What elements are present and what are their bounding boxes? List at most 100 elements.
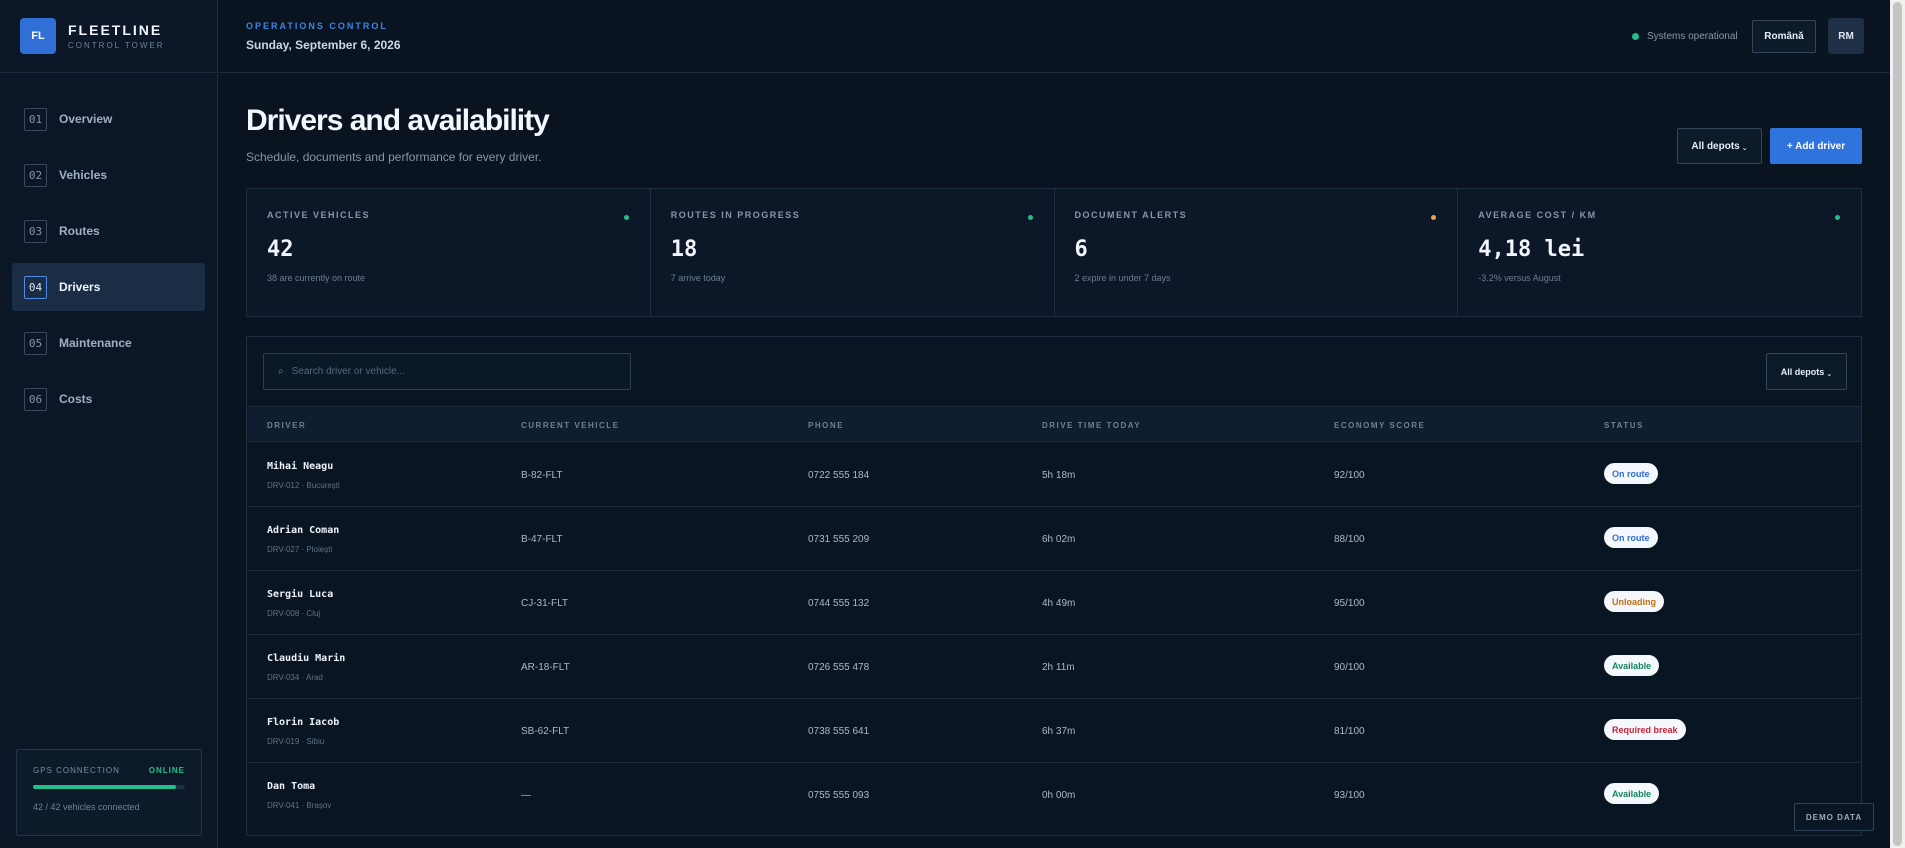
- scrollbar-thumb[interactable]: [1893, 2, 1902, 846]
- table-depot-filter[interactable]: All depots ⌄: [1766, 353, 1847, 390]
- kpi-value: 18: [670, 237, 698, 262]
- chevron-down-icon: ⌄: [1826, 370, 1833, 378]
- table-row[interactable]: Dan Toma DRV-041 · Brașov — 0755 555 093…: [247, 763, 1861, 827]
- column-header-vehicle[interactable]: CURRENT VEHICLE: [521, 421, 620, 430]
- sidebar-item-drivers[interactable]: 04 Drivers: [12, 263, 205, 311]
- kpi-value: 4,18 lei: [1478, 237, 1585, 262]
- driver-name: Adrian Coman: [267, 525, 340, 536]
- table-row[interactable]: Adrian Coman DRV-027 · Ploiești B-47-FLT…: [247, 507, 1861, 571]
- kpi-note: -3.2% versus August: [1478, 273, 1561, 283]
- driver-meta: DRV-027 · Ploiești: [267, 545, 333, 554]
- kpi-label: DOCUMENT ALERTS: [1074, 210, 1188, 220]
- driver-meta: DRV-008 · Cluj: [267, 609, 321, 618]
- user-avatar[interactable]: RM: [1828, 18, 1864, 54]
- page-title: Drivers and availability: [246, 104, 550, 137]
- column-header-economy-score[interactable]: ECONOMY SCORE: [1334, 421, 1425, 430]
- status-badge: Available: [1604, 655, 1660, 676]
- gps-header: GPS CONNECTION ONLINE: [33, 766, 185, 775]
- economy-score-cell: 93/100: [1334, 790, 1365, 801]
- top-header: OPERATIONS CONTROL Sunday, September 6, …: [219, 0, 1890, 73]
- search-field[interactable]: ⌕: [263, 353, 631, 390]
- column-header-drive-time[interactable]: DRIVE TIME TODAY: [1042, 421, 1141, 430]
- language-button[interactable]: Română: [1752, 20, 1816, 53]
- kpi-routes-in-progress: ROUTES IN PROGRESS 18 7 arrive today: [651, 189, 1055, 316]
- nav-number: 01: [24, 107, 47, 131]
- system-status-text: Systems operational: [1647, 31, 1738, 42]
- kpi-strip: ACTIVE VEHICLES 42 38 are currently on r…: [246, 188, 1862, 317]
- page-scrollbar[interactable]: [1890, 0, 1905, 848]
- kpi-label: AVERAGE COST / KM: [1478, 210, 1597, 220]
- phone-cell: 0755 555 093: [808, 790, 870, 801]
- phone-cell: 0744 555 132: [808, 598, 870, 609]
- phone-cell: 0726 555 478: [808, 662, 870, 673]
- kpi-status-dot-icon: [623, 215, 629, 220]
- status-dot-icon: [1632, 33, 1639, 40]
- economy-score-cell: 92/100: [1334, 470, 1365, 481]
- nav-number: 05: [24, 331, 47, 355]
- sidebar-item-label: Maintenance: [59, 336, 132, 350]
- gps-connection-card: GPS CONNECTION ONLINE 42 / 42 vehicles c…: [16, 749, 202, 836]
- vehicle-cell: B-82-FLT: [521, 470, 563, 481]
- nav-number: 06: [24, 387, 47, 411]
- column-header-driver[interactable]: DRIVER: [267, 421, 306, 430]
- economy-score-cell: 81/100: [1334, 726, 1365, 737]
- sidebar-item-label: Costs: [59, 392, 93, 406]
- drive-time-cell: 5h 18m: [1042, 470, 1076, 481]
- drive-time-cell: 2h 11m: [1042, 662, 1075, 673]
- sidebar-item-maintenance[interactable]: 05 Maintenance: [12, 319, 205, 367]
- chevron-down-icon: ⌄: [1741, 145, 1748, 152]
- economy-score-cell: 95/100: [1334, 598, 1365, 609]
- status-badge: Unloading: [1604, 591, 1664, 612]
- table-row[interactable]: Claudiu Marin DRV-034 · Arad AR-18-FLT 0…: [247, 635, 1861, 699]
- kpi-note: 38 are currently on route: [267, 273, 366, 283]
- search-input[interactable]: [291, 366, 612, 377]
- search-icon: ⌕: [278, 366, 284, 377]
- phone-cell: 0731 555 209: [808, 534, 870, 545]
- nav-number: 03: [24, 219, 47, 243]
- table-row[interactable]: Sergiu Luca DRV-008 · Cluj CJ-31-FLT 074…: [247, 571, 1861, 635]
- sidebar-item-label: Vehicles: [59, 168, 108, 182]
- system-status: Systems operational: [1632, 31, 1738, 42]
- driver-name: Mihai Neagu: [267, 461, 334, 472]
- depot-filter-button[interactable]: All depots ⌄: [1677, 128, 1762, 164]
- economy-score-cell: 90/100: [1334, 662, 1365, 673]
- gps-progress-fill: [33, 785, 176, 789]
- economy-score-cell: 88/100: [1334, 534, 1365, 545]
- status-badge: On route: [1604, 463, 1658, 484]
- nav-number: 02: [24, 163, 47, 187]
- sidebar-item-label: Overview: [59, 112, 113, 126]
- driver-meta: DRV-019 · Sibiu: [267, 737, 325, 746]
- vehicle-cell: —: [521, 790, 531, 801]
- table-row[interactable]: Florin Iacob DRV-019 · Sibiu SB-62-FLT 0…: [247, 699, 1861, 763]
- column-header-phone[interactable]: PHONE: [808, 421, 844, 430]
- sidebar-item-costs[interactable]: 06 Costs: [12, 375, 205, 423]
- table-row[interactable]: Mihai Neagu DRV-012 · București B-82-FLT…: [247, 443, 1861, 507]
- demo-data-badge[interactable]: DEMO DATA: [1794, 803, 1874, 831]
- drive-time-cell: 6h 02m: [1042, 534, 1076, 545]
- drive-time-cell: 0h 00m: [1042, 790, 1076, 801]
- brand-text: FLEETLINE CONTROL TOWER: [68, 22, 165, 50]
- sidebar-item-overview[interactable]: 01 Overview: [12, 95, 205, 143]
- column-header-status[interactable]: STATUS: [1604, 421, 1644, 430]
- add-driver-button[interactable]: + Add driver: [1770, 128, 1862, 164]
- driver-name: Sergiu Luca: [267, 589, 334, 600]
- sidebar-item-vehicles[interactable]: 02 Vehicles: [12, 151, 205, 199]
- brand[interactable]: FL FLEETLINE CONTROL TOWER: [0, 0, 217, 73]
- page-subtitle: Schedule, documents and performance for …: [246, 150, 542, 164]
- brand-name: FLEETLINE: [68, 22, 163, 38]
- kpi-active-vehicles: ACTIVE VEHICLES 42 38 are currently on r…: [247, 189, 651, 316]
- current-date: Sunday, September 6, 2026: [246, 38, 401, 52]
- driver-name: Claudiu Marin: [267, 653, 346, 664]
- sidebar-nav: 01 Overview 02 Vehicles 03 Routes 04 Dri…: [0, 73, 217, 423]
- gps-progress-track: [33, 785, 185, 789]
- vehicle-cell: SB-62-FLT: [521, 726, 570, 737]
- sidebar-item-routes[interactable]: 03 Routes: [12, 207, 205, 255]
- sidebar-item-label: Routes: [59, 224, 100, 238]
- section-label: OPERATIONS CONTROL: [246, 21, 388, 31]
- driver-meta: DRV-012 · București: [267, 481, 340, 490]
- gps-status: ONLINE: [148, 766, 185, 775]
- nav-number: 04: [24, 275, 47, 299]
- table-depot-filter-label: All depots: [1780, 366, 1825, 377]
- drivers-table-panel: ⌕ All depots ⌄ DRIVER CURRENT VEHICLE PH…: [246, 336, 1862, 836]
- status-badge: On route: [1604, 527, 1658, 548]
